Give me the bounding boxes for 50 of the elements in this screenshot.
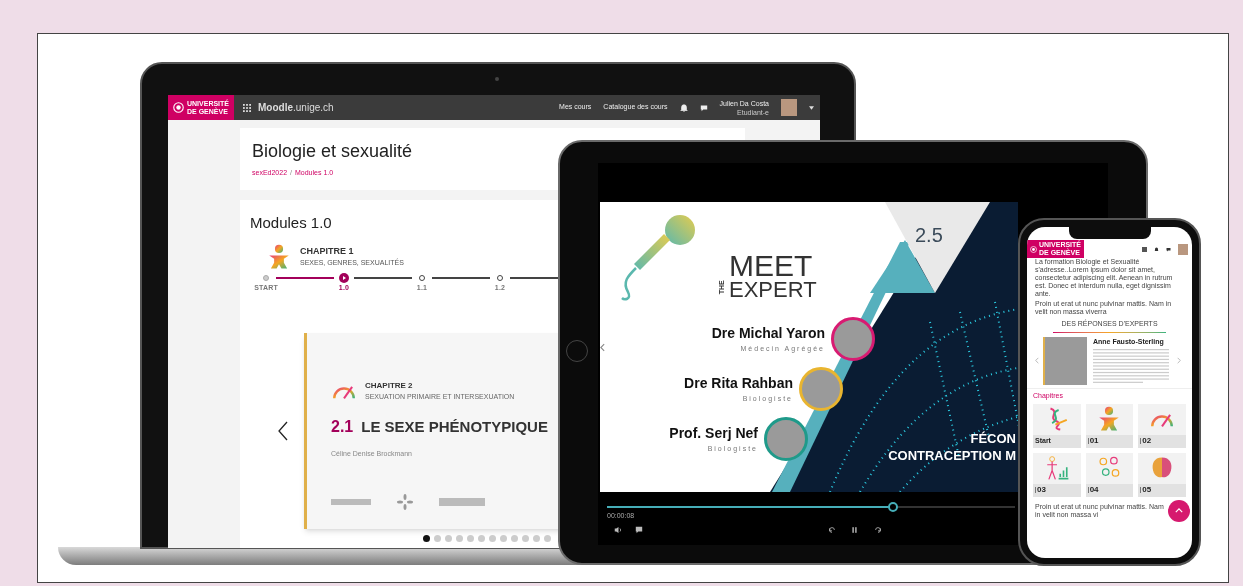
scroll-to-top-button[interactable] bbox=[1168, 499, 1190, 522]
camera-icon bbox=[495, 77, 499, 81]
expert-name: Dre Rita Rahban bbox=[684, 374, 793, 394]
caret-up-icon bbox=[1175, 508, 1183, 513]
slide-number: 2.1 bbox=[331, 417, 354, 437]
logo-title: EXPERT bbox=[729, 278, 817, 302]
chapter-tile[interactable]: 01 bbox=[1085, 403, 1134, 448]
volume-icon[interactable] bbox=[614, 526, 623, 534]
chapter-label: 02 bbox=[1142, 435, 1152, 447]
university-logo-drawing bbox=[439, 497, 485, 506]
gingerbread-figure-icon bbox=[266, 242, 292, 271]
rewind-icon[interactable] bbox=[828, 526, 836, 534]
seal-icon bbox=[1030, 245, 1037, 253]
chapter-label: 05 bbox=[1142, 484, 1152, 496]
course-title: Biologie et sexualité bbox=[252, 140, 414, 163]
module-title: Modules 1.0 bbox=[250, 213, 333, 233]
pause-icon[interactable] bbox=[851, 526, 858, 534]
chat-icon[interactable] bbox=[699, 103, 708, 112]
episode-number: 2.5 bbox=[915, 223, 943, 248]
expert-photo-placeholder bbox=[1043, 336, 1087, 385]
chapter-label: 03 bbox=[1037, 484, 1046, 496]
chat-icon[interactable] bbox=[1166, 246, 1171, 252]
headline-text: CONTRACEPTION M bbox=[888, 447, 1016, 464]
caret-icon[interactable] bbox=[809, 105, 814, 110]
flower-logo-drawing bbox=[397, 493, 413, 510]
partner-logo-drawing bbox=[331, 498, 371, 505]
logo-title: MEET bbox=[729, 254, 814, 278]
chapter-tile[interactable]: 05 bbox=[1138, 452, 1186, 497]
apps-grid-icon[interactable] bbox=[1142, 246, 1147, 252]
current-step-icon[interactable] bbox=[339, 272, 349, 283]
site-name[interactable]: Moodle.unige.ch bbox=[258, 100, 334, 115]
seal-icon bbox=[173, 102, 184, 113]
chapter-label: 04 bbox=[1089, 484, 1099, 496]
chapter-label: CHAPITRE 1 bbox=[300, 245, 355, 257]
chapter-tile[interactable]: 02 bbox=[1138, 403, 1186, 448]
headline-text: FÉCON bbox=[970, 430, 1016, 447]
subtitles-icon[interactable] bbox=[635, 526, 643, 534]
slide-title: LE SEXE PHÉNOTYPIQUE bbox=[361, 417, 548, 437]
bell-icon[interactable] bbox=[1154, 246, 1159, 252]
chapter-tile[interactable]: 04 bbox=[1085, 452, 1134, 497]
apps-grid-icon[interactable] bbox=[243, 103, 251, 112]
slide-chapter-label: CHAPITRE 2 bbox=[365, 380, 414, 391]
chapter-label: 01 bbox=[1089, 435, 1099, 447]
expert-name: Prof. Serj Nef bbox=[669, 424, 758, 444]
forward-icon[interactable] bbox=[874, 526, 882, 534]
bell-icon[interactable] bbox=[679, 103, 688, 112]
progress-thumb[interactable] bbox=[887, 502, 898, 512]
expert-name: Dre Michal Yaron bbox=[711, 324, 825, 344]
avatar-placeholder[interactable] bbox=[1178, 243, 1188, 255]
chapter-tile[interactable]: 03 bbox=[1033, 452, 1081, 497]
